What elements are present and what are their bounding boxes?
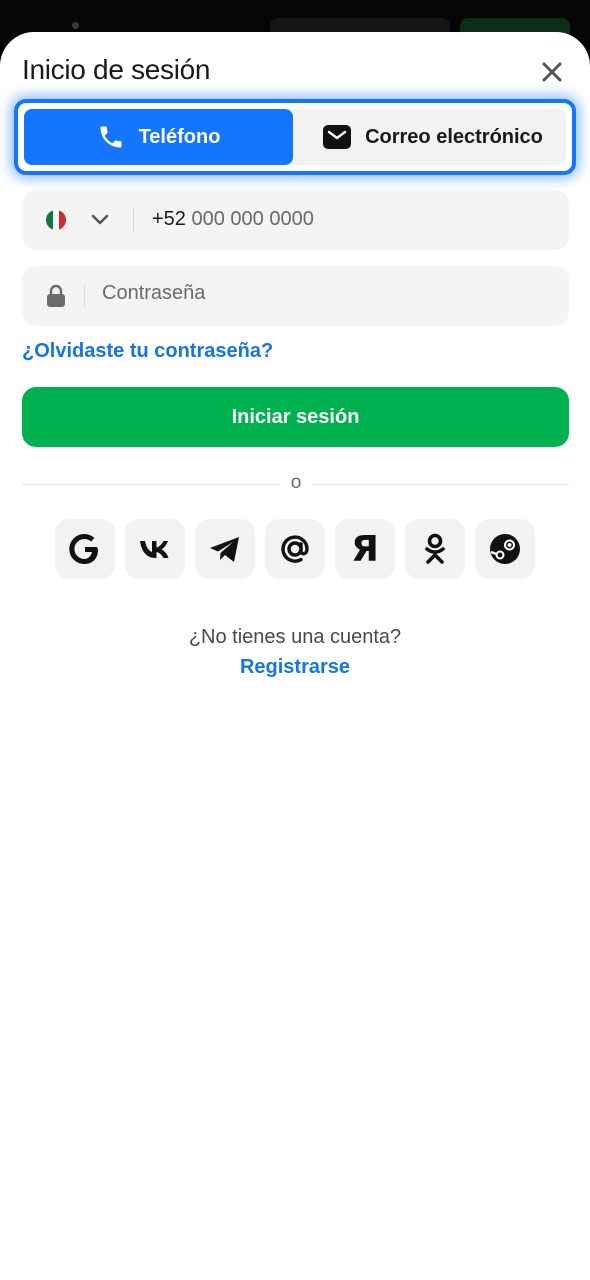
google-icon xyxy=(69,534,98,565)
divider xyxy=(84,284,85,308)
tab-email-label: Correo electrónico xyxy=(365,125,543,148)
country-code: +52 xyxy=(152,208,186,230)
register-link[interactable]: Registrarse xyxy=(0,656,590,679)
steam-login-button[interactable] xyxy=(475,519,535,579)
no-account-text: ¿No tienes una cuenta? xyxy=(188,626,402,648)
tab-phone[interactable]: Teléfono xyxy=(24,109,293,165)
yandex-icon: Я xyxy=(351,528,379,570)
yandex-login-button[interactable]: Я xyxy=(335,519,395,579)
login-button[interactable]: Iniciar sesión xyxy=(22,387,569,447)
login-sheet: Inicio de sesión Teléfono Correo electró… xyxy=(0,32,590,1280)
mail-at-icon xyxy=(281,535,309,563)
mail-login-button[interactable] xyxy=(265,519,325,579)
phone-icon xyxy=(100,126,122,148)
phone-placeholder: 000 000 0000 xyxy=(191,208,314,230)
mail-icon xyxy=(323,125,352,149)
telegram-icon xyxy=(210,537,239,562)
close-icon[interactable] xyxy=(538,58,566,86)
phone-field[interactable]: +52 000 000 0000 xyxy=(22,190,569,250)
chevron-down-icon[interactable] xyxy=(90,212,110,228)
camera-dot xyxy=(72,22,79,29)
login-method-tabs: Teléfono Correo electrónico xyxy=(14,99,576,175)
password-input[interactable] xyxy=(102,282,522,305)
forgot-password-link[interactable]: ¿Olvidaste tu contraseña? xyxy=(22,340,273,363)
divider xyxy=(133,208,134,232)
or-separator: o xyxy=(290,472,302,493)
password-field[interactable] xyxy=(22,266,569,326)
vk-icon xyxy=(140,541,169,558)
tab-phone-label: Teléfono xyxy=(138,125,221,148)
odnoklassniki-login-button[interactable] xyxy=(405,519,465,579)
mexico-flag-icon[interactable] xyxy=(46,210,66,230)
divider-line xyxy=(22,484,280,485)
divider-line xyxy=(312,484,569,485)
lock-icon xyxy=(47,284,65,307)
steam-icon xyxy=(490,534,520,564)
google-login-button[interactable] xyxy=(55,519,115,579)
vk-login-button[interactable] xyxy=(125,519,185,579)
page-title: Inicio de sesión xyxy=(22,54,211,85)
telegram-login-button[interactable] xyxy=(195,519,255,579)
phone-input[interactable]: +52 000 000 0000 xyxy=(152,208,314,231)
tab-email[interactable]: Correo electrónico xyxy=(302,109,564,165)
odnoklassniki-icon xyxy=(425,533,445,564)
